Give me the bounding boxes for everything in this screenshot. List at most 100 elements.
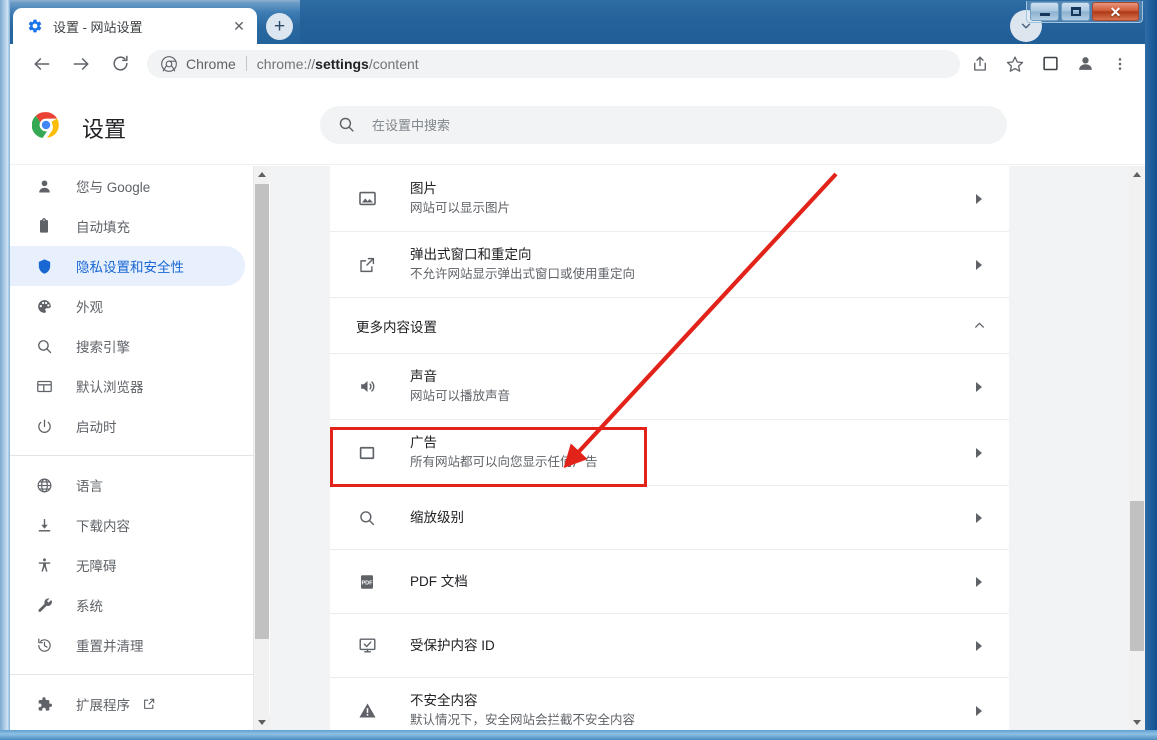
svg-text:PDF: PDF: [361, 580, 373, 586]
sidebar-item-label: 外观: [76, 300, 103, 315]
sidebar-scroll-up-button[interactable]: [254, 166, 270, 182]
row-protected-content-id[interactable]: 受保护内容 ID: [330, 614, 1009, 678]
settings-page: 设置 您与 Google: [10, 83, 1145, 730]
window-right-edge: [1145, 0, 1157, 740]
chevron-right-icon[interactable]: [969, 259, 989, 270]
row-pdf-documents[interactable]: PDF PDF 文档: [330, 550, 1009, 614]
row-title: 图片: [410, 181, 437, 196]
row-popups-redirects[interactable]: 弹出式窗口和重定向 不允许网站显示弹出式窗口或使用重定向: [330, 232, 1009, 298]
restore-icon: [34, 635, 54, 655]
chevron-right-icon[interactable]: [969, 447, 989, 458]
close-window-button[interactable]: ✕: [1092, 2, 1139, 21]
row-zoom-levels[interactable]: 缩放级别: [330, 486, 1009, 550]
sidebar-item-extensions[interactable]: 扩展程序: [10, 684, 245, 724]
row-images[interactable]: 图片 网站可以显示图片: [330, 166, 1009, 232]
row-sound[interactable]: 声音 网站可以播放声音: [330, 354, 1009, 420]
row-subtitle: 默认情况下，安全网站会拦截不安全内容: [410, 713, 636, 727]
sidebar-item-label: 启动时: [76, 420, 117, 435]
forward-button[interactable]: [66, 49, 96, 79]
settings-search-box[interactable]: [320, 106, 1007, 144]
arrow-left-icon: [34, 57, 50, 70]
sidebar-item-default-browser[interactable]: 默认浏览器: [10, 366, 245, 406]
toolbar-actions: [960, 49, 1145, 79]
search-input[interactable]: [372, 117, 1007, 133]
search-icon: [34, 336, 54, 356]
sidebar-scrollbar-thumb[interactable]: [255, 184, 269, 639]
window-controls: ✕: [1026, 1, 1143, 23]
row-title: 声音: [410, 369, 437, 384]
sidebar-item-accessibility[interactable]: 无障碍: [10, 545, 245, 585]
chevron-right-icon[interactable]: [969, 576, 989, 587]
profile-avatar-icon: [1078, 57, 1092, 70]
content-scroll-up-button[interactable]: [1129, 166, 1145, 182]
minimize-icon: [1039, 13, 1050, 16]
share-button[interactable]: [965, 49, 995, 79]
minimize-button[interactable]: [1030, 2, 1059, 21]
sidebar-item-appearance[interactable]: 外观: [10, 286, 245, 326]
row-text: 不安全内容 默认情况下，安全网站会拦截不安全内容: [410, 691, 969, 730]
tab-settings[interactable]: 设置 - 网站设置 ✕: [13, 8, 257, 44]
sidebar-item-privacy-security[interactable]: 隐私设置和安全性: [10, 246, 245, 286]
power-icon: [34, 416, 54, 436]
puzzle-icon: [34, 694, 54, 714]
chevron-right-icon[interactable]: [969, 705, 989, 716]
maximize-button[interactable]: [1061, 2, 1090, 21]
sidebar-item-languages[interactable]: 语言: [10, 465, 245, 505]
section-more-content-settings[interactable]: 更多内容设置: [330, 298, 1009, 354]
reload-icon: [112, 55, 128, 71]
reload-button[interactable]: [105, 49, 135, 79]
sidebar-scrollbar[interactable]: [253, 166, 270, 730]
page-title: 设置: [82, 117, 127, 142]
sidebar-item-reset-cleanup[interactable]: 重置并清理: [10, 625, 245, 665]
sidebar-scroll-down-button[interactable]: [254, 714, 270, 730]
content-scrollbar-thumb[interactable]: [1130, 501, 1144, 651]
bookmark-button[interactable]: [1000, 49, 1030, 79]
settings-header: 设置: [10, 83, 1145, 165]
content-scrollbar[interactable]: [1129, 166, 1145, 730]
sidebar-divider: [10, 674, 253, 675]
new-tab-button[interactable]: +: [266, 13, 293, 40]
address-bar[interactable]: Chrome chrome://settings/content: [147, 49, 960, 78]
row-text: 广告 所有网站都可以向您显示任何广告: [410, 433, 969, 472]
sidebar-item-system[interactable]: 系统: [10, 585, 245, 625]
row-title: 缩放级别: [410, 509, 464, 525]
row-insecure-content[interactable]: 不安全内容 默认情况下，安全网站会拦截不安全内容: [330, 678, 1009, 730]
window-bottom-edge: [0, 730, 1157, 740]
sidebar-item-label: 默认浏览器: [76, 380, 144, 395]
profile-button[interactable]: [1070, 49, 1100, 79]
more-menu-button[interactable]: [1105, 49, 1135, 79]
row-ads[interactable]: 广告 所有网站都可以向您显示任何广告: [330, 420, 1009, 486]
sidebar-item-downloads[interactable]: 下载内容: [10, 505, 245, 545]
tab-strip: 设置 - 网站设置 ✕ +: [0, 0, 1157, 44]
chevron-right-icon[interactable]: [969, 193, 989, 204]
row-subtitle: 网站可以显示图片: [410, 201, 511, 215]
content-settings-card: 图片 网站可以显示图片 弹出式窗口和重定向 不允许网站显示弹出式窗口或使用重定向: [330, 166, 1009, 730]
close-icon[interactable]: ✕: [229, 16, 249, 36]
sidebar-item-you-and-google[interactable]: 您与 Google: [10, 166, 245, 206]
side-panel-button[interactable]: [1035, 49, 1065, 79]
side-panel-icon: [1042, 56, 1058, 71]
url-bold: settings: [315, 55, 369, 72]
omnibox-url: chrome://settings/content: [257, 56, 419, 72]
content-scroll-down-button[interactable]: [1129, 714, 1145, 730]
globe-icon: [34, 475, 54, 495]
sidebar-item-search-engine[interactable]: 搜索引擎: [10, 326, 245, 366]
share-icon: [974, 56, 986, 71]
chevron-right-icon[interactable]: [969, 512, 989, 523]
browser-toolbar: Chrome chrome://settings/content: [10, 44, 1145, 83]
browser-window: 设置 - 网站设置 ✕ + ✕ Chrome chrome://settings…: [0, 0, 1157, 740]
maximize-icon: [1070, 7, 1081, 16]
sidebar-item-label: 系统: [76, 599, 103, 614]
warning-icon: [356, 700, 378, 722]
triangle-down-icon: [1133, 719, 1141, 725]
sidebar-item-label: 搜索引擎: [76, 340, 130, 355]
back-button[interactable]: [27, 49, 57, 79]
chevron-right-icon[interactable]: [969, 640, 989, 651]
chevron-up-icon[interactable]: [969, 319, 989, 332]
chrome-icon: [161, 55, 177, 72]
sidebar-item-on-startup[interactable]: 启动时: [10, 406, 245, 446]
sidebar-item-autofill[interactable]: 自动填充: [10, 206, 245, 246]
tab-title: 设置 - 网站设置: [53, 19, 143, 35]
sidebar-item-label: 隐私设置和安全性: [76, 260, 184, 275]
chevron-right-icon[interactable]: [969, 381, 989, 392]
